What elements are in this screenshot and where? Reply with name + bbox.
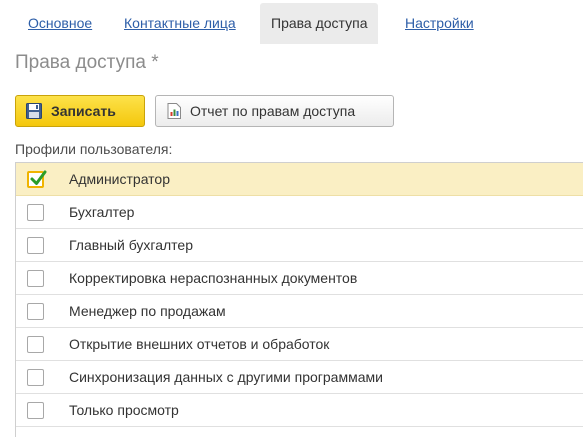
profile-checkbox[interactable] xyxy=(27,204,44,221)
profile-checkbox[interactable] xyxy=(27,237,44,254)
tab-settings[interactable]: Настройки xyxy=(405,3,474,44)
profile-row-view-only[interactable]: Только просмотр xyxy=(16,394,583,427)
profile-row-data-sync[interactable]: Синхронизация данных с другими программа… xyxy=(16,361,583,394)
page-title: Права доступа * xyxy=(15,52,159,73)
profile-label: Бухгалтер xyxy=(69,204,135,220)
profile-label: Открытие внешних отчетов и обработок xyxy=(69,336,330,352)
access-report-button-label: Отчет по правам доступа xyxy=(190,103,356,119)
profile-row-sales-manager[interactable]: Менеджер по продажам xyxy=(16,295,583,328)
tab-access-rights[interactable]: Права доступа xyxy=(260,3,379,44)
profile-row-chief-accountant[interactable]: Главный бухгалтер xyxy=(16,229,583,262)
profile-row-external-reports[interactable]: Открытие внешних отчетов и обработок xyxy=(16,328,583,361)
list-empty-area xyxy=(16,427,583,437)
save-button-label: Записать xyxy=(51,103,116,119)
profile-label: Корректировка нераспознанных документов xyxy=(69,270,358,286)
profile-row-accountant[interactable]: Бухгалтер xyxy=(16,196,583,229)
profile-label: Только просмотр xyxy=(69,402,179,418)
profile-row-administrator[interactable]: Администратор xyxy=(16,163,583,196)
tab-contacts[interactable]: Контактные лица xyxy=(124,3,236,44)
access-report-button[interactable]: Отчет по правам доступа xyxy=(155,95,394,127)
profile-row-unrecognized-docs[interactable]: Корректировка нераспознанных документов xyxy=(16,262,583,295)
checkmark-icon xyxy=(30,170,47,185)
profile-label: Главный бухгалтер xyxy=(69,237,193,253)
profiles-label: Профили пользователя: xyxy=(15,141,173,157)
profile-checkbox[interactable] xyxy=(27,402,44,419)
profile-checkbox[interactable] xyxy=(27,336,44,353)
profiles-list: Администратор Бухгалтер Главный бухгалте… xyxy=(15,162,583,437)
report-chart-icon xyxy=(167,103,181,119)
profile-checkbox[interactable] xyxy=(27,270,44,287)
floppy-disk-icon xyxy=(26,103,42,119)
profile-checkbox[interactable] xyxy=(27,170,47,188)
profile-label: Администратор xyxy=(69,171,171,187)
profile-label: Менеджер по продажам xyxy=(69,303,226,319)
tab-main[interactable]: Основное xyxy=(28,3,92,44)
profile-checkbox[interactable] xyxy=(27,303,44,320)
profile-checkbox[interactable] xyxy=(27,369,44,386)
save-button[interactable]: Записать xyxy=(15,95,145,127)
profile-label: Синхронизация данных с другими программа… xyxy=(69,369,383,385)
